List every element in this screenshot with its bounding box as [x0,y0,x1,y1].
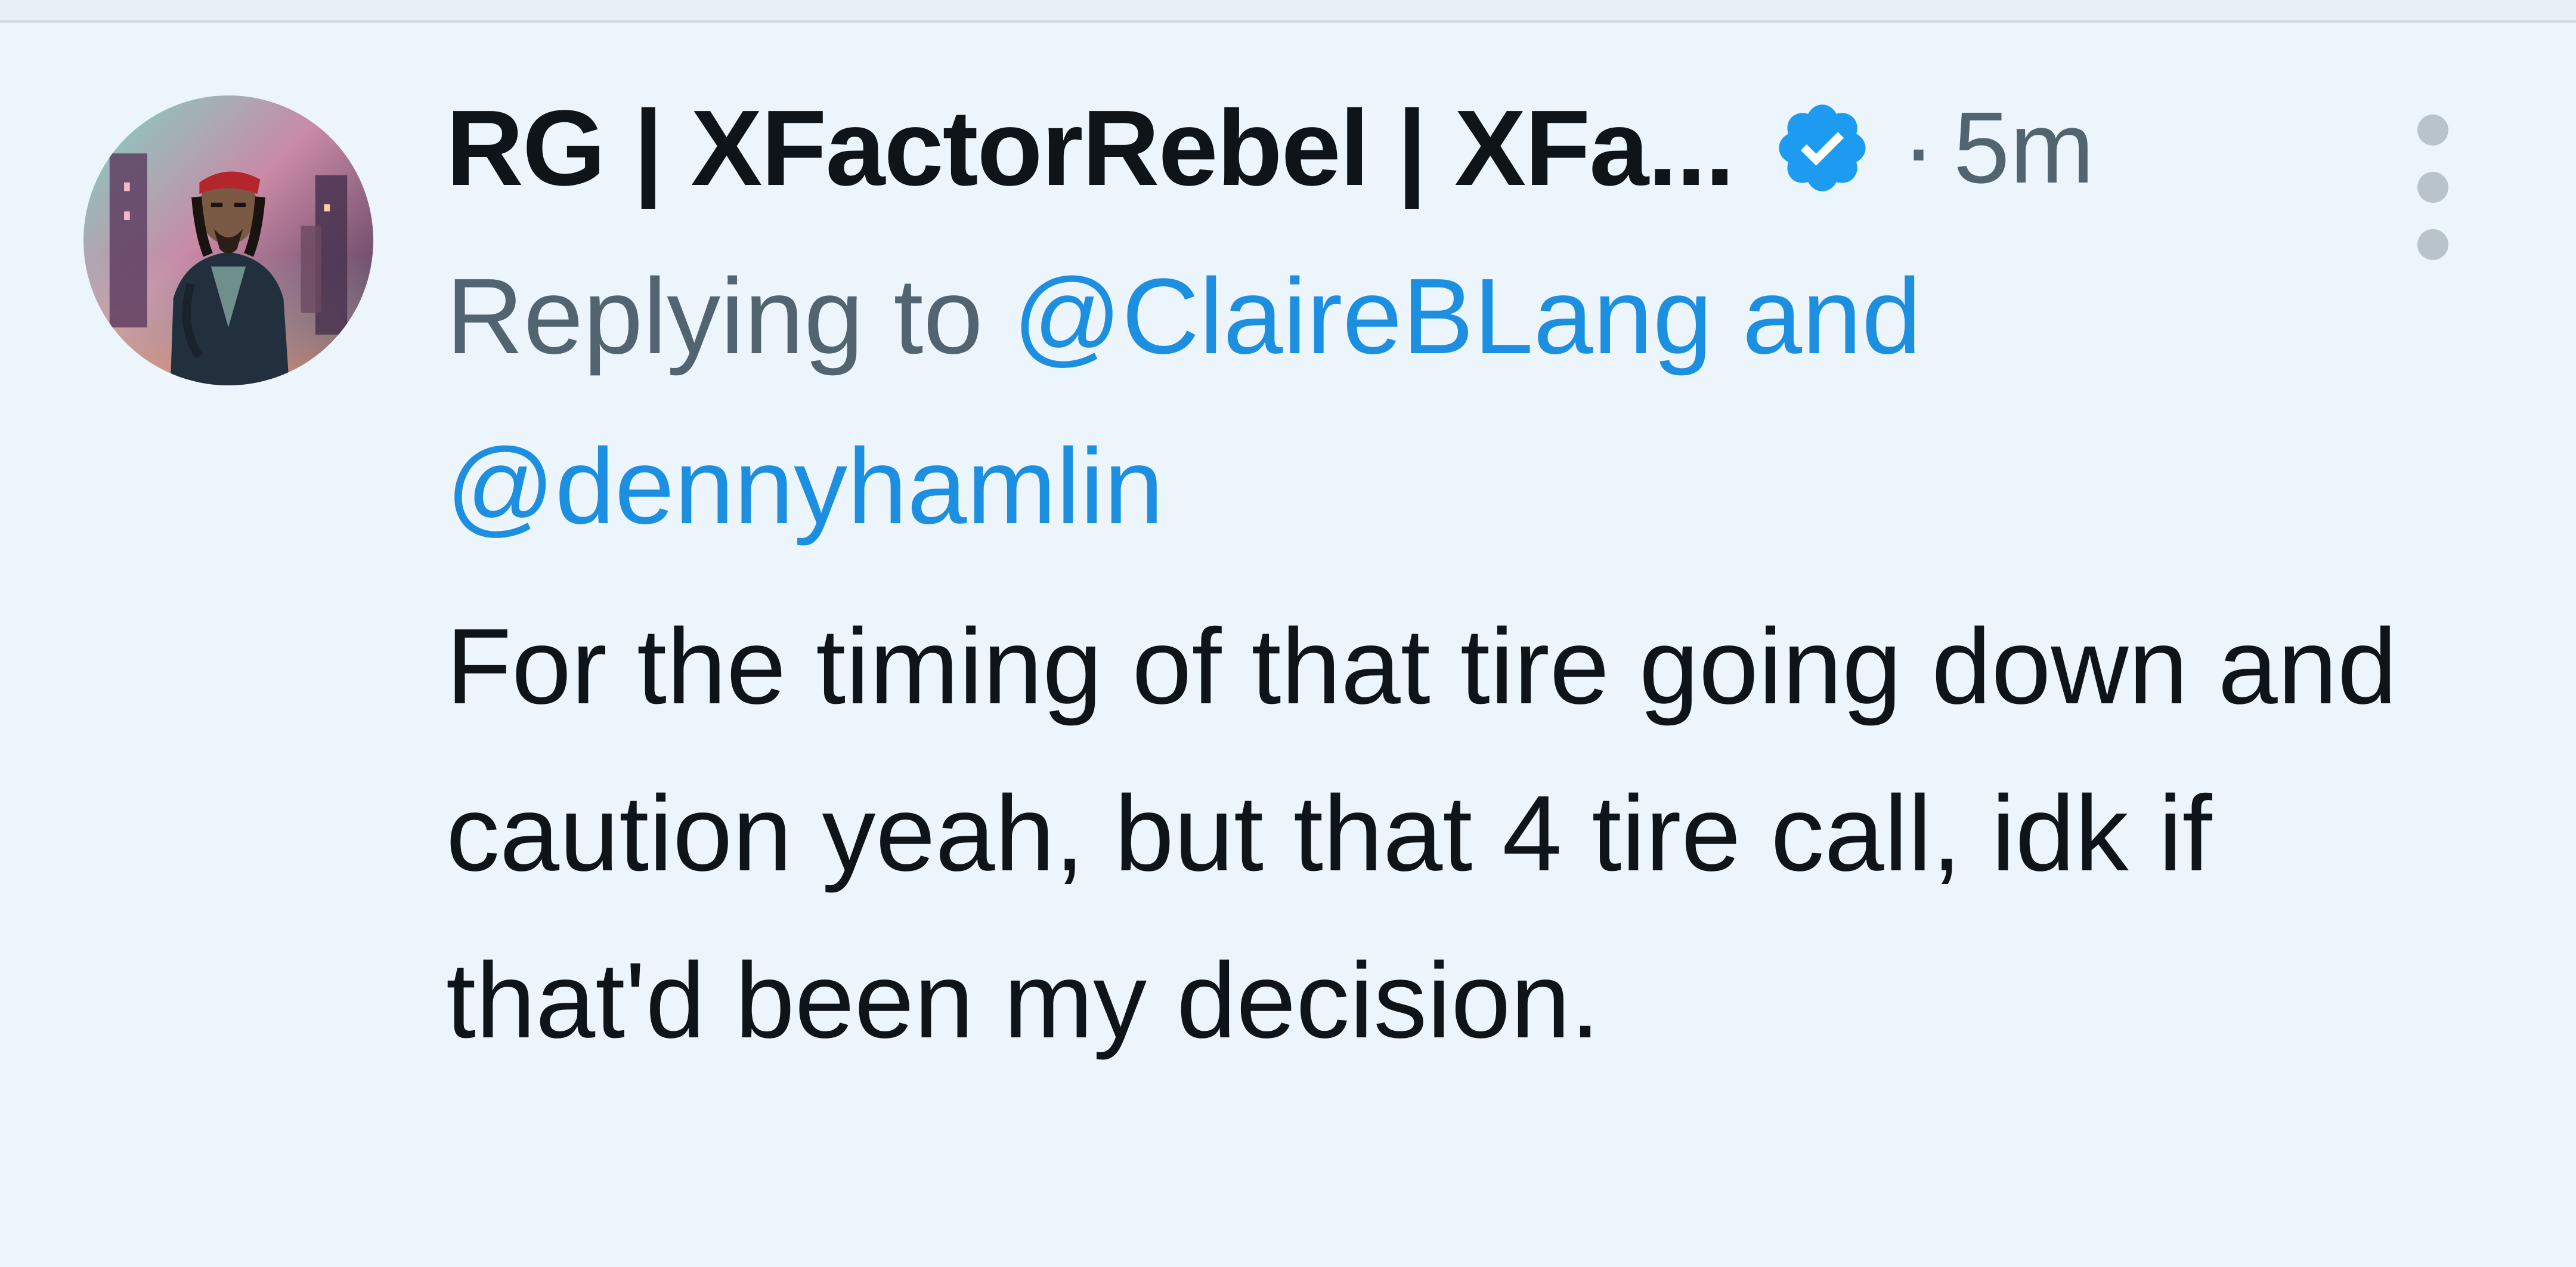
avatar[interactable] [83,95,373,385]
tweet-content: RG | XFactorRebel | XFa... · 5m Replying… [446,88,2414,1084]
replying-prefix: Replying to [446,257,983,376]
separator-dot: · [1902,91,1936,205]
timestamp[interactable]: 5m [1953,89,2094,206]
replying-to-line: Replying to @ClaireBLang and @dennyhamli… [446,231,2235,571]
top-divider [0,0,2576,23]
display-name[interactable]: RG | XFactorRebel | XFa... [446,86,1735,210]
mention-joiner: and [1742,257,1922,376]
avatar-image [83,95,373,385]
tweet-card[interactable]: RG | XFactorRebel | XFa... · 5m Replying… [0,23,2576,1267]
tweet-text: For the timing of that tire going down a… [446,607,2397,1061]
more-vertical-icon[interactable] [2409,111,2457,266]
verified-badge-icon [1779,104,1866,191]
mention-dennyhamlin[interactable]: @dennyhamlin [446,427,1163,546]
mention-claireblang[interactable]: @ClaireBLang [1013,257,1713,376]
tweet-header: RG | XFactorRebel | XFa... · 5m [446,88,2414,208]
